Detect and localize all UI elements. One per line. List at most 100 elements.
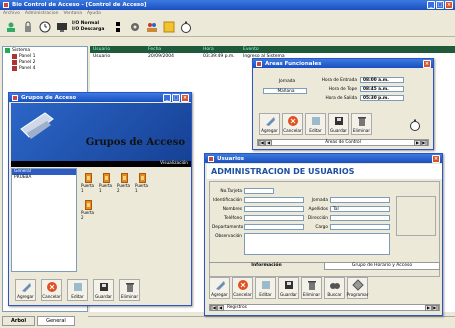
door-icon [138, 173, 146, 183]
black-square-tool-button[interactable] [111, 20, 125, 34]
door-item[interactable]: Puerta 1 [135, 173, 149, 193]
areas-edit-button[interactable]: Editar [305, 113, 326, 135]
apellidos-field[interactable]: Tal [330, 206, 390, 212]
bottom-tabs: Arbol General [2, 316, 75, 326]
direccion-field[interactable] [330, 215, 390, 221]
jornada-field[interactable] [330, 197, 390, 203]
settings-tool-button[interactable] [128, 20, 142, 34]
nav-next-button[interactable]: ▶ [425, 304, 432, 311]
usuarios-close-button[interactable]: × [432, 155, 440, 163]
areas-add-button[interactable]: Agregar [259, 113, 280, 135]
visualizacion-bar: Visualización [11, 161, 191, 167]
observacion-field[interactable] [244, 233, 390, 255]
grupos-cancel-button[interactable]: Cancelar [41, 279, 62, 301]
grupos-save-button[interactable]: Guardar [93, 279, 114, 301]
entrada-field[interactable]: 08:00 a.m. [360, 77, 404, 83]
usuarios-edit-button[interactable]: Editar [255, 277, 276, 299]
nav-prev-button[interactable]: ◀ [217, 304, 224, 311]
door-item[interactable]: Puerta 2 [117, 173, 131, 193]
tab-grupo-horario[interactable]: Grupo de Horario y Acceso [324, 262, 440, 270]
salida-field[interactable]: 05:30 p.m. [360, 95, 404, 101]
cargo-field[interactable] [330, 224, 390, 230]
tope-field[interactable]: 08:45 a.m. [360, 86, 404, 92]
usuarios-delete-button[interactable]: Eliminar [301, 277, 322, 299]
areas-nav-bar: |◀ ◀ Áreas de Control ▶ ▶| [257, 139, 429, 146]
tree-item-label: Panel 2 [19, 59, 36, 65]
tree-item-panel-4[interactable]: Panel 4 [3, 65, 87, 71]
usuarios-search-button[interactable]: Buscar [324, 277, 345, 299]
clock-tool-button[interactable] [38, 20, 52, 34]
door-label: Puerta 1 [135, 183, 149, 193]
nav-last-button[interactable]: ▶| [421, 139, 428, 146]
usuarios-cancel-button[interactable]: Cancelar [232, 277, 253, 299]
tab-arbol[interactable]: Arbol [2, 316, 36, 326]
menu-ventana[interactable]: Ventana [63, 11, 81, 16]
telefono-field[interactable] [244, 215, 304, 221]
grupos-close-button[interactable]: × [181, 94, 189, 102]
tab-general[interactable]: General [37, 316, 75, 326]
jornada-field[interactable]: Mañana [263, 88, 307, 94]
column-usuario[interactable]: Usuario [90, 46, 145, 53]
grupos-maximize-button[interactable]: □ [172, 94, 180, 102]
column-fecha[interactable]: Fecha [145, 46, 200, 53]
lock-tool-button[interactable] [21, 20, 35, 34]
menu-administracion[interactable]: Administracion [25, 11, 59, 16]
yellow-tool-button[interactable] [162, 20, 176, 34]
door-label: Puerta 2 [81, 210, 95, 220]
nav-last-button[interactable]: ▶| [432, 304, 439, 311]
close-button[interactable]: × [445, 1, 453, 9]
grupos-minimize-button[interactable]: _ [163, 94, 171, 102]
users-tool-button[interactable] [4, 20, 18, 34]
button-label: Eliminar [302, 292, 321, 297]
tarjeta-field[interactable] [244, 188, 274, 194]
usuarios-save-button[interactable]: Guardar [278, 277, 299, 299]
jornada-label: Jornada [311, 198, 328, 203]
doors-row-2: Puerta 2 [81, 200, 95, 220]
departamento-field[interactable] [244, 224, 304, 230]
door-item[interactable]: Puerta 1 [99, 173, 113, 193]
door-item[interactable]: Puerta 2 [81, 200, 95, 220]
usuarios-program-button[interactable]: Programar [347, 277, 368, 299]
tab-informacion[interactable]: Información [209, 262, 324, 270]
areas-delete-button[interactable]: Eliminar [351, 113, 372, 135]
button-label: Guardar [94, 294, 113, 299]
grupos-add-button[interactable]: Agregar [15, 279, 36, 301]
usuarios-titlebar: Usuarios × [205, 154, 442, 163]
app-icon [3, 2, 9, 8]
group-tool-button[interactable] [145, 20, 159, 34]
areas-nav-label: Áreas de Control [325, 140, 361, 145]
nav-first-button[interactable]: |◀ [258, 139, 265, 146]
nav-first-button[interactable]: |◀ [210, 304, 217, 311]
save-icon [99, 283, 108, 291]
system-icon [5, 47, 10, 53]
entrada-label: Hora de Entrada [321, 78, 357, 83]
column-evento[interactable]: Evento [240, 46, 455, 53]
maximize-button[interactable]: □ [436, 1, 444, 9]
nav-prev-button[interactable]: ◀ [265, 139, 272, 146]
column-hora[interactable]: Hora [200, 46, 240, 53]
black-square-icon [116, 21, 121, 32]
usuarios-nav-label: Registros [227, 305, 247, 310]
grupos-edit-button[interactable]: Editar [67, 279, 88, 301]
minimize-button[interactable]: _ [427, 1, 435, 9]
nav-next-button[interactable]: ▶ [414, 139, 421, 146]
monitor-icon [57, 22, 67, 32]
menu-archivo[interactable]: Archivo [3, 11, 20, 16]
areas-close-button[interactable]: × [423, 60, 431, 68]
tope-label: Hora de Tope [328, 87, 357, 92]
usuarios-add-button[interactable]: Agregar [209, 277, 230, 299]
list-item[interactable]: PRUEBA [12, 175, 76, 181]
save-icon [284, 281, 293, 289]
identificacion-field[interactable] [244, 197, 304, 203]
trash-icon [357, 117, 366, 126]
nombres-field[interactable] [244, 206, 304, 212]
monitor-tool-button[interactable] [55, 20, 69, 34]
binoculars-icon [329, 283, 340, 289]
door-item[interactable]: Puerta 1 [81, 173, 95, 193]
areas-save-button[interactable]: Guardar [328, 113, 349, 135]
grupos-delete-button[interactable]: Eliminar [119, 279, 140, 301]
timer-tool-button[interactable] [179, 20, 193, 34]
menu-ayuda[interactable]: Ayuda [87, 11, 101, 16]
button-label: Cancelar [283, 128, 302, 133]
areas-cancel-button[interactable]: Cancelar [282, 113, 303, 135]
